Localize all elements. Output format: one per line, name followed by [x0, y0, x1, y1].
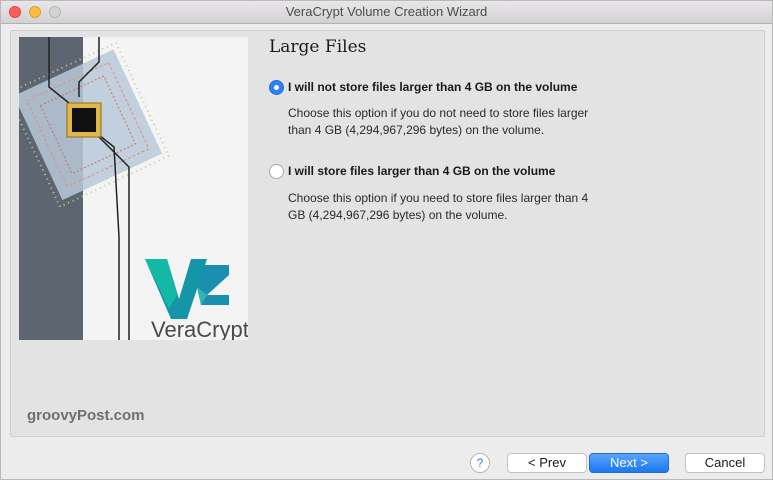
help-question-icon: ? [476, 456, 484, 470]
cancel-button[interactable]: Cancel [685, 453, 765, 473]
option-desc-line: than 4 GB (4,294,967,296 bytes) on the v… [288, 123, 545, 137]
wizard-window: VeraCrypt Volume Creation Wizard VeraCry… [0, 0, 773, 480]
radio-no-large-files[interactable] [269, 80, 284, 95]
watermark-text: groovyPost.com [27, 407, 145, 424]
title-bar[interactable]: VeraCrypt Volume Creation Wizard [1, 1, 772, 24]
radio-large-files[interactable] [269, 164, 284, 179]
veracrypt-banner-image: VeraCrypt [19, 37, 248, 340]
next-button[interactable]: Next > [589, 453, 669, 473]
page-heading: Large Files [269, 37, 367, 57]
prev-button[interactable]: < Prev [507, 453, 587, 473]
help-button[interactable]: ? [470, 453, 490, 473]
option-label-no-large-files[interactable]: I will not store files larger than 4 GB … [288, 80, 577, 94]
option-desc-large-files: Choose this option if you need to store … [288, 190, 633, 224]
option-desc-no-large-files: Choose this option if you do not need to… [288, 105, 633, 139]
option-desc-line: GB (4,294,967,296 bytes) on the volume. [288, 208, 508, 222]
option-desc-line: Choose this option if you need to store … [288, 191, 589, 205]
option-desc-line: Choose this option if you do not need to… [288, 106, 589, 120]
window-title: VeraCrypt Volume Creation Wizard [285, 4, 488, 19]
veracrypt-logo-text: VeraCrypt [151, 317, 248, 340]
option-label-large-files[interactable]: I will store files larger than 4 GB on t… [288, 164, 555, 178]
